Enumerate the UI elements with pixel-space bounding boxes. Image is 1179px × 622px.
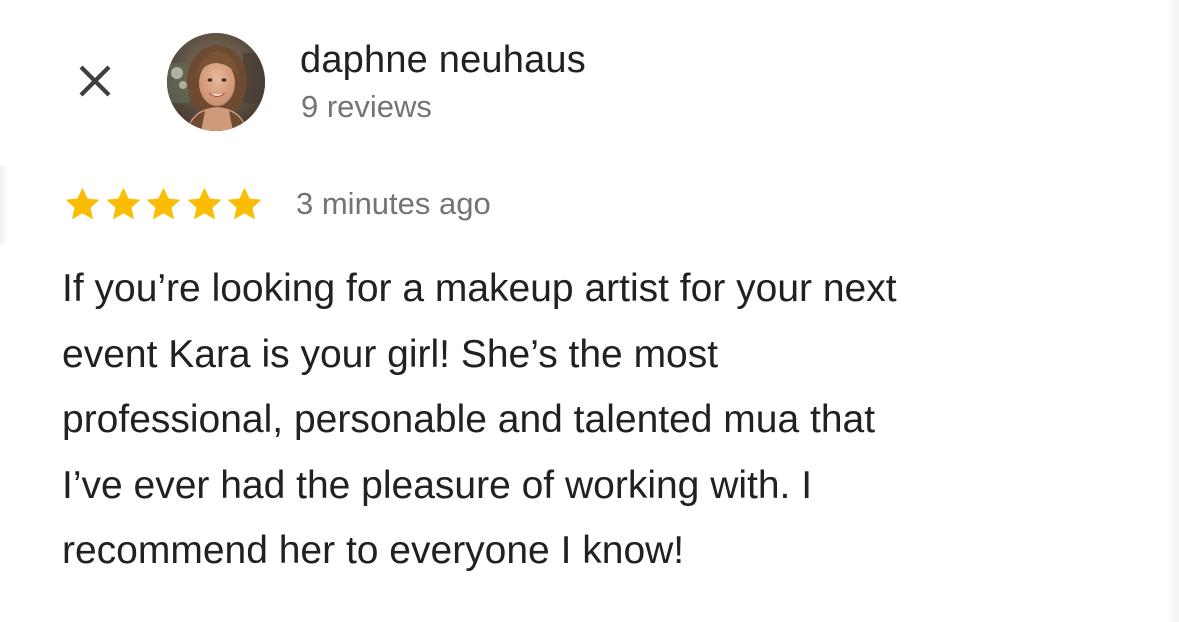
left-edge-shadow xyxy=(0,165,8,245)
review-text-line: recommend her to everyone I know! xyxy=(62,529,685,572)
review-text: If you’re looking for a makeup artist fo… xyxy=(62,256,1152,584)
review-text-line: If you’re looking for a makeup artist fo… xyxy=(62,267,897,310)
close-button[interactable] xyxy=(66,52,124,110)
star-icon xyxy=(106,187,140,219)
star-rating xyxy=(62,182,265,226)
review-text-line: event Kara is your girl! She’s the most xyxy=(62,332,719,376)
star-icon xyxy=(227,187,262,219)
avatar[interactable] xyxy=(167,33,265,131)
close-icon xyxy=(79,65,111,97)
review-text-line: I’ve ever had the pleasure of working wi… xyxy=(62,463,813,507)
right-edge-shadow xyxy=(1167,0,1179,622)
profile-photo xyxy=(167,33,265,131)
stars xyxy=(62,184,265,225)
author-name[interactable]: daphne neuhaus xyxy=(300,38,586,82)
review-timestamp: 3 minutes ago xyxy=(296,186,491,221)
author-review-count: 9 reviews xyxy=(301,89,432,124)
star-icon xyxy=(65,187,100,219)
review-text-line: professional, personable and talented mu… xyxy=(62,398,876,441)
star-icon xyxy=(187,187,221,219)
review-card: daphne neuhaus 9 reviews 3 minutes ago I… xyxy=(0,0,1179,622)
star-icon xyxy=(146,187,181,219)
